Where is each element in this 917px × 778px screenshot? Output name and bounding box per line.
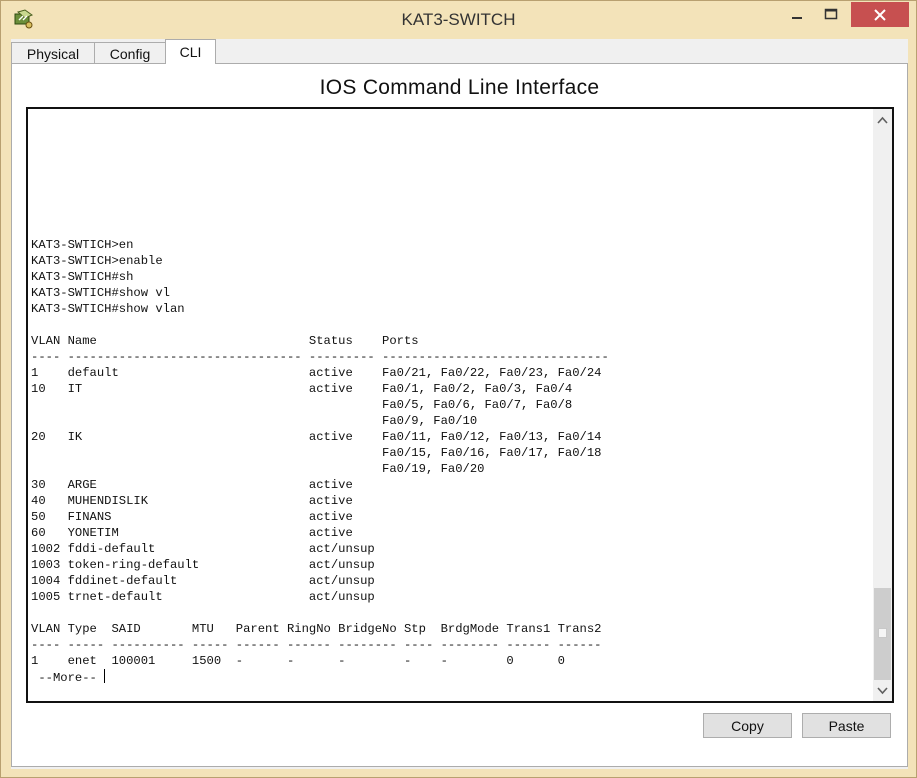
cli-output[interactable]: KAT3-SWTICH>en KAT3-SWTICH>enable KAT3-S…: [31, 109, 871, 701]
cli-line: 1 default active Fa0/21, Fa0/22, Fa0/23,…: [31, 366, 602, 380]
window-client-area: Physical Config CLI IOS Command Line Int…: [11, 39, 908, 769]
scroll-down-button[interactable]: [873, 682, 892, 699]
chevron-down-icon: [877, 686, 888, 694]
text-cursor: [104, 669, 106, 683]
app-window: KAT3-SWITCH Physical Config CLI IOS Comm…: [0, 0, 917, 778]
maximize-icon: [824, 8, 838, 20]
minimize-icon: [792, 17, 802, 19]
title-bar[interactable]: KAT3-SWITCH: [1, 1, 916, 39]
window-title: KAT3-SWITCH: [401, 10, 516, 29]
copy-button[interactable]: Copy: [703, 713, 792, 738]
panel-heading: IOS Command Line Interface: [319, 76, 600, 99]
cli-line: Fa0/19, Fa0/20: [31, 462, 485, 476]
cli-line: KAT3-SWTICH#show vlan: [31, 302, 185, 316]
tab-config[interactable]: Config: [94, 42, 166, 64]
cli-line: Fa0/9, Fa0/10: [31, 414, 478, 428]
cli-line: KAT3-SWTICH>enable: [31, 254, 163, 268]
close-button[interactable]: [851, 2, 909, 27]
scrollbar-grip: [878, 628, 887, 638]
cli-line: 20 IK active Fa0/11, Fa0/12, Fa0/13, Fa0…: [31, 430, 602, 444]
cli-line: 1005 trnet-default act/unsup: [31, 590, 375, 604]
chevron-up-icon: [877, 116, 888, 124]
cli-line: 1004 fddinet-default act/unsup: [31, 574, 375, 588]
scroll-up-button[interactable]: [873, 111, 892, 128]
close-icon: [874, 8, 886, 21]
cli-tab-panel: IOS Command Line Interface KAT3-SWTICH>e…: [11, 63, 908, 767]
cli-terminal[interactable]: KAT3-SWTICH>en KAT3-SWTICH>enable KAT3-S…: [26, 107, 894, 703]
cli-line: KAT3-SWTICH#sh: [31, 270, 134, 284]
cli-line: 10 IT active Fa0/1, Fa0/2, Fa0/3, Fa0/4: [31, 382, 573, 396]
scrollbar-thumb[interactable]: [874, 588, 891, 680]
cli-line: 1002 fddi-default act/unsup: [31, 542, 375, 556]
cli-line: 30 ARGE active: [31, 478, 353, 492]
tab-bar: Physical Config CLI: [11, 39, 908, 65]
cli-line: VLAN Type SAID MTU Parent RingNo BridgeN…: [31, 622, 602, 636]
cli-line: KAT3-SWTICH#show vl: [31, 286, 170, 300]
cli-line: Fa0/15, Fa0/16, Fa0/17, Fa0/18: [31, 446, 602, 460]
cli-line: 1 enet 100001 1500 - - - - - 0 0: [31, 654, 565, 668]
cli-line: 40 MUHENDISLIK active: [31, 494, 353, 508]
paste-button[interactable]: Paste: [802, 713, 891, 738]
maximize-button[interactable]: [814, 1, 848, 27]
cli-line: ---- -------------------------------- --…: [31, 350, 609, 364]
cli-line: 1003 token-ring-default act/unsup: [31, 558, 375, 572]
cli-line: KAT3-SWTICH>en: [31, 238, 134, 252]
vertical-scrollbar[interactable]: [873, 109, 892, 701]
cli-line: Fa0/5, Fa0/6, Fa0/7, Fa0/8: [31, 398, 573, 412]
tab-cli[interactable]: CLI: [165, 39, 216, 64]
more-prompt: --More--: [31, 671, 105, 685]
minimize-button[interactable]: [780, 1, 814, 27]
cli-line: VLAN Name Status Ports: [31, 334, 419, 348]
cli-line: 50 FINANS active: [31, 510, 353, 524]
cli-line: ---- ----- ---------- ----- ------ -----…: [31, 638, 602, 652]
tab-physical[interactable]: Physical: [11, 42, 95, 64]
cli-line: 60 YONETIM active: [31, 526, 353, 540]
